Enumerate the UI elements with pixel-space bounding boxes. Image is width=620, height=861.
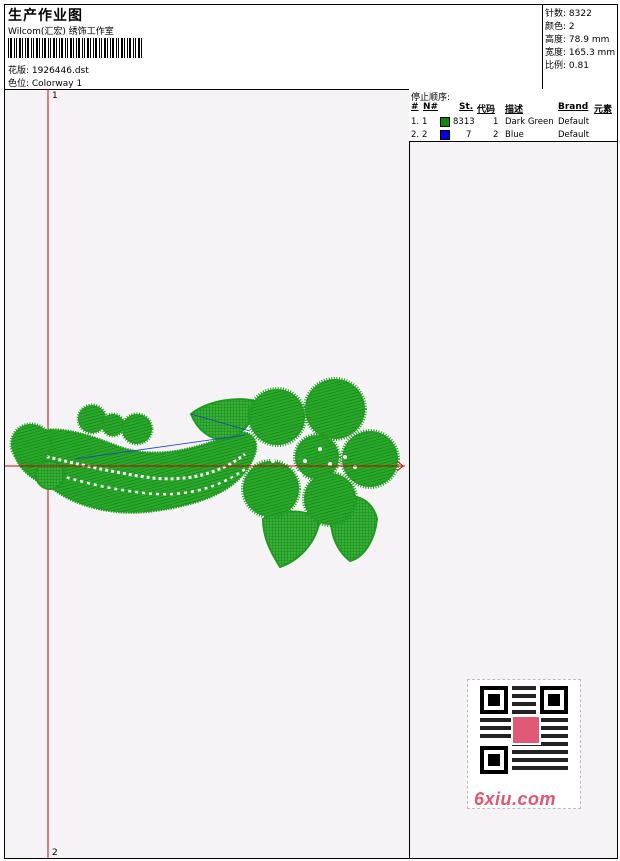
row-needle: 1 <box>422 117 428 127</box>
row-brand: Default <box>558 130 590 140</box>
stat-scale: 比例: 0.81 <box>545 61 589 71</box>
row-description: Blue <box>505 130 524 140</box>
stats-panel: 针数: 8322 颜色: 2 高度: 78.9 mm 宽度: 165.3 mm … <box>542 5 618 89</box>
stop-sequence-panel: 停止顺序: # N# St. 代码 描述 Brand 元素 1. 1 8313 … <box>409 89 617 142</box>
embroidery-design[interactable] <box>9 377 400 569</box>
lower-leaf <box>261 510 322 569</box>
col-header-element: 元素 <box>594 105 613 115</box>
col-header-index: # <box>411 102 419 112</box>
row-stitches: 8313 <box>453 117 475 127</box>
site-watermark: 6xiu.com <box>474 789 557 809</box>
guide-top-marker: 1 <box>52 91 58 101</box>
design-file-label: 花版: 1926446.dst <box>8 66 89 76</box>
sheet-header: 生产作业图 Wilcom(汇宏) 绣饰工作室 花版: 1926446.dst 色… <box>5 5 617 90</box>
band-top-flower-2 <box>100 412 126 438</box>
stat-colors: 颜色: 2 <box>545 22 575 32</box>
qr-center-logo <box>511 715 541 745</box>
row-brand: Default <box>558 117 590 127</box>
color-swatch-green <box>440 117 450 127</box>
color-swatch-blue <box>440 130 450 140</box>
flower-bottom-right <box>302 471 358 527</box>
col-header-code: 代码 <box>477 105 496 115</box>
col-header-stitches: St. <box>459 102 474 112</box>
left-end-bud <box>35 460 65 490</box>
colorway-label: 色位: Colorway 1 <box>8 79 83 89</box>
flower-center <box>293 433 341 481</box>
col-header-description: 描述 <box>505 105 524 115</box>
col-header-brand: Brand <box>558 102 589 112</box>
row-needle: 2 <box>422 130 428 140</box>
row-index: 2. <box>411 130 420 140</box>
row-index: 1. <box>411 117 420 127</box>
company-name: Wilcom(汇宏) 绣饰工作室 <box>8 27 114 37</box>
barcode-icon <box>8 38 142 58</box>
row-description: Dark Green <box>505 117 554 127</box>
flower-top-left <box>247 387 307 447</box>
flower-top-right <box>303 377 367 441</box>
embroidery-preview[interactable]: 1 2 <box>5 89 410 858</box>
flower-bottom-left <box>241 459 301 519</box>
left-end-flower <box>9 422 53 466</box>
band-top-flower-3 <box>120 412 154 446</box>
row-code: 2 <box>493 130 499 140</box>
col-header-n: N# <box>423 102 439 112</box>
flower-right <box>340 429 400 489</box>
row-code: 1 <box>493 117 499 127</box>
guide-bottom-marker: 2 <box>52 848 58 858</box>
row-stitches: 7 <box>466 130 472 140</box>
stat-height: 高度: 78.9 mm <box>545 35 610 45</box>
stat-width: 宽度: 165.3 mm <box>545 48 616 58</box>
stat-stitches: 针数: 8322 <box>545 9 592 19</box>
page-title: 生产作业图 <box>8 8 83 24</box>
design-canvas[interactable]: 1 2 <box>5 89 409 858</box>
